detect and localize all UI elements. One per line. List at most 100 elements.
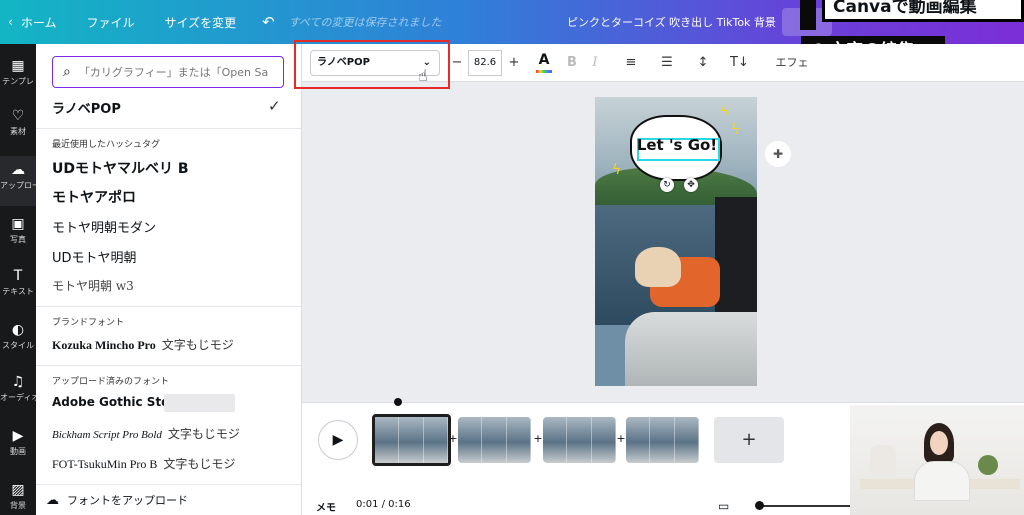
font-search-input[interactable] xyxy=(78,65,269,79)
font-name: FOT-TsukuMin Pro B xyxy=(52,457,158,471)
recent-fonts-header: 最近使用したハッシュタグ xyxy=(52,140,161,150)
hand-cursor-icon: ☝ xyxy=(418,66,428,85)
upload-font-button[interactable]: ☁ フォントをアップロード xyxy=(36,484,301,515)
lightning-icon: ϟ xyxy=(731,122,741,138)
clip-frame xyxy=(375,417,400,463)
font-option[interactable]: モトヤ明朝モダン xyxy=(52,217,292,236)
font-name: Kozuka Mincho Pro xyxy=(52,338,156,352)
upload-cloud-icon: ☁ xyxy=(11,162,25,178)
font-option[interactable]: Kozuka Mincho Pro 文字もじモジ xyxy=(52,336,292,353)
video-icon: ▶ xyxy=(12,428,24,444)
rail-templates[interactable]: ▦ テンプレ xyxy=(0,58,36,87)
clip-frame xyxy=(591,417,616,463)
playhead-marker[interactable] xyxy=(394,398,402,406)
rail-label: テキスト xyxy=(2,287,34,296)
rail-label: テンプレ xyxy=(2,77,34,86)
photo-icon: ▣ xyxy=(11,216,25,232)
undo-icon[interactable]: ↶ xyxy=(262,13,275,31)
rail-label: アップロード xyxy=(0,181,36,190)
line-spacing-icon[interactable]: ↕ xyxy=(694,52,712,74)
rail-video[interactable]: ▶ 動画 xyxy=(0,428,36,457)
font-search-box[interactable]: ⌕ xyxy=(52,56,284,88)
rotate-icon[interactable]: ↻ xyxy=(660,178,674,192)
lightning-icon: ϟ xyxy=(720,104,730,120)
play-button[interactable]: ▶ xyxy=(318,420,358,460)
uploaded-fonts-header: アップロード済みのフォント xyxy=(52,377,170,387)
resize-menu[interactable]: サイズを変更 xyxy=(164,14,236,31)
font-sample: 文字もじモジ xyxy=(163,457,236,471)
clip-frame xyxy=(674,417,699,463)
home-menu[interactable]: ホーム xyxy=(21,14,57,31)
clip-frame xyxy=(567,417,592,463)
rail-text[interactable]: T テキスト xyxy=(0,268,36,297)
timeline-clip[interactable] xyxy=(543,417,616,463)
palette-icon: ◐ xyxy=(11,322,25,338)
search-icon: ⌕ xyxy=(63,64,71,80)
font-option[interactable]: モトヤアポロ xyxy=(52,187,292,207)
grid-view-icon[interactable]: ▭ xyxy=(718,499,729,513)
clip-frame xyxy=(650,417,675,463)
presenter-plant xyxy=(978,455,998,475)
video-overlay-strip xyxy=(800,0,816,30)
rail-label: オーディオ xyxy=(0,393,36,402)
canvas-photo-dog xyxy=(635,247,681,287)
save-status: すべての変更は保存されました xyxy=(288,16,442,29)
rail-photos[interactable]: ▣ 写真 xyxy=(0,216,36,245)
canvas-text[interactable]: Let 's Go! xyxy=(622,136,732,154)
divider xyxy=(36,306,301,307)
music-note-icon: ♫ xyxy=(11,374,25,390)
italic-button[interactable]: I xyxy=(588,52,602,74)
decrease-size-button[interactable]: − xyxy=(450,52,464,74)
list-icon[interactable]: ☰ xyxy=(658,52,676,74)
presenter-face xyxy=(930,431,948,455)
clip-frame xyxy=(482,417,507,463)
rail-label: 写真 xyxy=(10,235,26,244)
rail-label: 動画 xyxy=(10,447,26,456)
notes-button[interactable]: メモ xyxy=(316,499,336,514)
rail-styles[interactable]: ◐ スタイル xyxy=(0,322,36,351)
document-title[interactable]: ピンクとターコイズ 吹き出し TikTok 背景 xyxy=(567,14,776,30)
rail-uploads[interactable]: ☁ アップロード xyxy=(0,156,36,206)
presenter-lamp xyxy=(870,445,896,475)
font-sample: 文字もじモジ xyxy=(161,338,234,352)
text-color-button[interactable]: A xyxy=(535,52,553,73)
align-center-icon[interactable]: ≡ xyxy=(622,52,640,74)
clip-frame xyxy=(458,417,483,463)
font-option[interactable]: Bickham Script Pro Bold 文字もじモジ xyxy=(52,425,292,442)
move-icon[interactable]: ✥ xyxy=(684,178,698,192)
increase-size-button[interactable]: + xyxy=(506,52,522,74)
selected-font[interactable]: ラノベPOP xyxy=(52,98,292,117)
font-option[interactable]: UDモトヤ明朝 xyxy=(52,247,292,266)
zoom-slider-handle[interactable] xyxy=(755,501,764,510)
lightning-icon: ϟ xyxy=(612,162,622,178)
font-option[interactable]: UDモトヤマルベリ B xyxy=(52,158,292,178)
font-name: Bickham Script Pro Bold xyxy=(52,429,162,441)
add-comment-icon[interactable]: ✚ xyxy=(765,141,791,167)
font-panel: ⌕ ラノベPOP ✓ 最近使用したハッシュタグ UDモトヤマルベリ B モトヤア… xyxy=(36,44,302,515)
timeline-clip[interactable] xyxy=(458,417,531,463)
font-option[interactable]: FOT-TsukuMin Pro B 文字もじモジ xyxy=(52,455,292,472)
clip-frame xyxy=(423,417,448,463)
clip-frame xyxy=(543,417,568,463)
timeline-clip[interactable] xyxy=(372,414,451,466)
back-button[interactable]: ‹ xyxy=(8,15,13,29)
text-orientation-icon[interactable]: T↓ xyxy=(730,52,749,74)
rail-background[interactable]: ▨ 背景 xyxy=(0,482,36,511)
divider xyxy=(36,365,301,366)
template-icon: ▦ xyxy=(11,58,25,74)
divider xyxy=(36,128,301,129)
bold-button[interactable]: B xyxy=(564,52,580,74)
file-menu[interactable]: ファイル xyxy=(86,14,134,31)
presenter-body xyxy=(914,461,970,501)
effects-button[interactable]: エフェ xyxy=(772,52,812,74)
add-clip-button[interactable]: + xyxy=(714,417,784,463)
timeline-clip[interactable] xyxy=(626,417,699,463)
brand-fonts-header: ブランドフォント xyxy=(52,318,125,328)
rail-audio[interactable]: ♫ オーディオ xyxy=(0,374,36,403)
rail-elements[interactable]: ♡ 素材 xyxy=(0,108,36,137)
elements-icon: ♡ xyxy=(11,108,25,124)
font-option[interactable]: モトヤ明朝 w3 xyxy=(52,277,292,294)
rail-label: 素材 xyxy=(10,127,26,136)
upload-cloud-icon: ☁ xyxy=(46,492,59,508)
font-size-input[interactable]: 82.6 xyxy=(468,50,502,76)
